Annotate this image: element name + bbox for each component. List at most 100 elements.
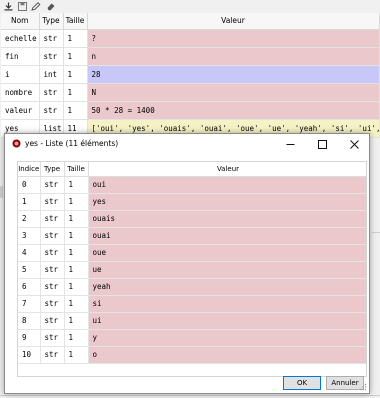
variable-size: 1	[63, 47, 88, 66]
maximize-button[interactable]	[307, 134, 337, 154]
explorer-toolbar	[0, 0, 380, 13]
variable-value[interactable]: N	[87, 83, 380, 102]
column-header-name[interactable]: Nom	[1, 13, 40, 30]
variable-size: 1	[63, 29, 88, 48]
item-value[interactable]: ui	[88, 312, 366, 330]
resize-grip-icon[interactable]	[359, 383, 367, 391]
item-value[interactable]: si	[88, 295, 366, 313]
item-value[interactable]: ue	[88, 261, 366, 279]
item-index: 3	[18, 227, 41, 245]
item-type: str	[40, 261, 65, 279]
dialog-titlebar[interactable]: yes - Liste (11 éléments)	[5, 134, 369, 154]
list-table: Indice Type Taille Valeur 0 str 1 oui 1 str 1…	[18, 162, 366, 364]
column-header-value[interactable]: Valeur	[88, 162, 366, 177]
variable-name: i	[1, 65, 40, 84]
minimize-icon	[286, 143, 294, 145]
item-value[interactable]: yeah	[88, 278, 366, 296]
item-value[interactable]: ouais	[88, 210, 366, 228]
table-header-row: Indice Type Taille Valeur	[18, 162, 366, 177]
variable-value[interactable]: ?	[87, 29, 380, 48]
item-index: 1	[18, 193, 41, 211]
variable-size: 1	[63, 101, 88, 120]
maximize-icon	[317, 139, 327, 149]
variable-size: 1	[63, 83, 88, 102]
table-row[interactable]: i int 1 28	[1, 65, 380, 84]
table-header-row: Nom Type Taille Valeur	[1, 13, 380, 30]
item-value[interactable]: oue	[88, 244, 366, 262]
background-panel-edge	[0, 395, 380, 396]
column-header-value[interactable]: Valeur	[87, 13, 380, 30]
item-index: 9	[18, 329, 41, 347]
minimize-button[interactable]	[275, 134, 305, 154]
item-type: str	[40, 210, 65, 228]
variable-value[interactable]: n	[87, 47, 380, 66]
variable-name: valeur	[1, 101, 40, 120]
table-row[interactable]: valeur str 1 50 * 28 = 1400	[1, 101, 380, 120]
item-type: str	[40, 295, 65, 313]
list-item[interactable]: 9 str 1 y	[18, 329, 366, 347]
item-value[interactable]: ouai	[88, 227, 366, 245]
list-item[interactable]: 5 str 1 ue	[18, 261, 366, 279]
variable-type: str	[39, 101, 64, 120]
table-row[interactable]: echelle str 1 ?	[1, 29, 380, 48]
item-size: 1	[64, 244, 89, 262]
item-type: str	[40, 244, 65, 262]
download-icon[interactable]	[3, 1, 14, 12]
item-size: 1	[64, 261, 89, 279]
item-value[interactable]: yes	[88, 193, 366, 211]
item-index: 5	[18, 261, 41, 279]
column-header-type[interactable]: Type	[39, 13, 64, 30]
item-size: 1	[64, 210, 89, 228]
item-index: 7	[18, 295, 41, 313]
list-item[interactable]: 7 str 1 si	[18, 295, 366, 313]
item-type: str	[40, 193, 65, 211]
list-item[interactable]: 10 str 1 o	[18, 346, 366, 364]
variable-value[interactable]: 28	[87, 65, 380, 84]
variable-size: 1	[63, 65, 88, 84]
variable-name: echelle	[1, 29, 40, 48]
item-type: str	[40, 278, 65, 296]
item-size: 1	[64, 193, 89, 211]
item-size: 1	[64, 346, 89, 364]
list-item[interactable]: 6 str 1 yeah	[18, 278, 366, 296]
item-type: str	[40, 346, 65, 364]
list-item[interactable]: 4 str 1 oue	[18, 244, 366, 262]
column-header-size[interactable]: Taille	[64, 162, 89, 177]
variable-type: str	[39, 29, 64, 48]
variable-type: str	[39, 83, 64, 102]
item-index: 0	[18, 176, 41, 194]
item-size: 1	[64, 295, 89, 313]
item-index: 8	[18, 312, 41, 330]
list-table-container[interactable]: Indice Type Taille Valeur 0 str 1 oui 1 str 1…	[17, 161, 367, 377]
table-row[interactable]: nombre str 1 N	[1, 83, 380, 102]
item-value[interactable]: oui	[88, 176, 366, 194]
column-header-type[interactable]: Type	[40, 162, 65, 177]
background-panel-edge	[0, 186, 3, 198]
list-item[interactable]: 3 str 1 ouai	[18, 227, 366, 245]
item-size: 1	[64, 176, 89, 194]
table-row[interactable]: fin str 1 n	[1, 47, 380, 66]
eraser-icon[interactable]	[45, 1, 56, 12]
close-button[interactable]	[339, 134, 369, 154]
variable-value[interactable]: 50 * 28 = 1400	[87, 101, 380, 120]
variables-table: Nom Type Taille Valeur echelle str 1 ? f…	[1, 13, 380, 138]
column-header-index[interactable]: Indice	[18, 162, 41, 177]
item-value[interactable]: o	[88, 346, 366, 364]
item-index: 10	[18, 346, 41, 364]
ok-button[interactable]: OK	[283, 376, 321, 390]
item-type: str	[40, 176, 65, 194]
item-index: 6	[18, 278, 41, 296]
list-item[interactable]: 8 str 1 ui	[18, 312, 366, 330]
item-size: 1	[64, 312, 89, 330]
list-item[interactable]: 1 str 1 yes	[18, 193, 366, 211]
item-value[interactable]: y	[88, 329, 366, 347]
save-icon[interactable]	[17, 1, 28, 12]
list-item[interactable]: 2 str 1 ouais	[18, 210, 366, 228]
item-type: str	[40, 227, 65, 245]
background-panel-edge	[372, 232, 380, 233]
list-item[interactable]: 0 str 1 oui	[18, 176, 366, 194]
item-size: 1	[64, 329, 89, 347]
spyder-app-icon	[12, 139, 21, 148]
edit-icon[interactable]	[30, 1, 41, 12]
column-header-size[interactable]: Taille	[63, 13, 88, 30]
